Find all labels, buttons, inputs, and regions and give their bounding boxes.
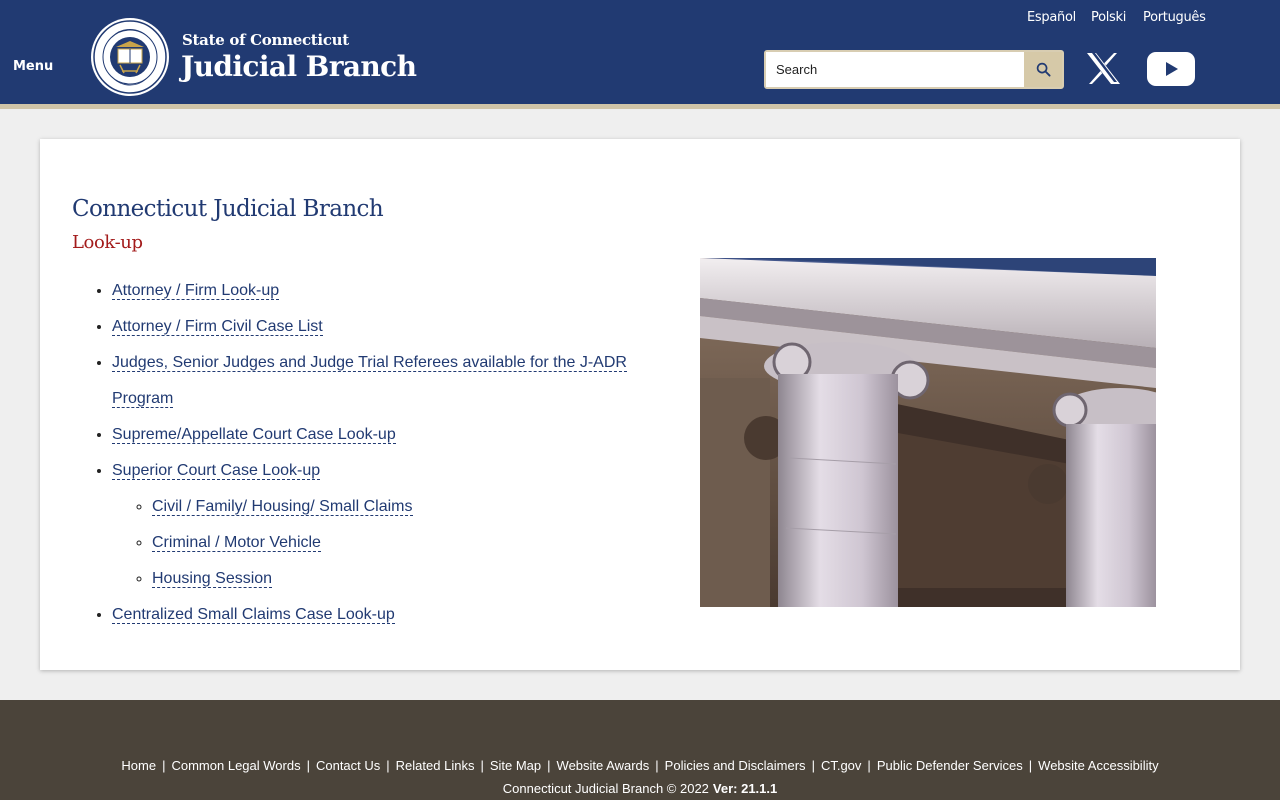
- separator: |: [867, 758, 871, 773]
- brand-title[interactable]: Judicial Branch: [181, 50, 417, 83]
- footer-link-ct-gov[interactable]: CT.gov: [821, 758, 861, 773]
- footer-link-related-links[interactable]: Related Links: [396, 758, 475, 773]
- civil-family-housing-small-claims-link[interactable]: Civil / Family/ Housing/ Small Claims: [152, 498, 413, 516]
- footer-nav: Home | Common Legal Words | Contact Us | Relat…: [0, 758, 1280, 773]
- footer-link-site-map[interactable]: Site Map: [490, 758, 541, 773]
- attorney-firm-civil-case-list-link[interactable]: Attorney / Firm Civil Case List: [112, 318, 323, 336]
- version-label: Ver: 21.1.1: [712, 781, 778, 796]
- footer-link-website-awards[interactable]: Website Awards: [557, 758, 650, 773]
- brand-state-label[interactable]: State of Connecticut: [182, 31, 349, 49]
- superior-court-sublist: Civil / Family/ Housing/ Small Claims Cr…: [152, 489, 672, 597]
- supreme-appellate-case-lookup-link[interactable]: Supreme/Appellate Court Case Look-up: [112, 426, 396, 444]
- x-twitter-icon[interactable]: [1086, 52, 1121, 85]
- judges-jadr-program-link[interactable]: Judges, Senior Judges and Judge Trial Re…: [112, 354, 627, 408]
- separator: |: [480, 758, 484, 773]
- youtube-icon[interactable]: [1147, 52, 1195, 86]
- list-item: Civil / Family/ Housing/ Small Claims: [152, 489, 672, 525]
- footer-link-common-legal-words[interactable]: Common Legal Words: [171, 758, 300, 773]
- header-divider: [0, 104, 1280, 109]
- separator: |: [655, 758, 659, 773]
- search-icon: [1036, 62, 1051, 77]
- footer-link-website-accessibility[interactable]: Website Accessibility: [1038, 758, 1158, 773]
- list-item: Housing Session: [152, 561, 672, 597]
- superior-court-case-lookup-link[interactable]: Superior Court Case Look-up: [112, 462, 321, 480]
- menu-button[interactable]: Menu: [13, 59, 53, 74]
- attorney-firm-lookup-link[interactable]: Attorney / Firm Look-up: [112, 282, 280, 300]
- footer-link-contact-us[interactable]: Contact Us: [316, 758, 380, 773]
- list-item: Superior Court Case Look-up Civil / Fami…: [112, 453, 672, 597]
- content-card: Connecticut Judicial Branch Look-up Atto…: [40, 139, 1240, 670]
- courthouse-columns-photo: [700, 258, 1156, 607]
- list-item: Centralized Small Claims Case Look-up: [112, 597, 672, 633]
- list-item: Attorney / Firm Look-up: [112, 273, 672, 309]
- lookup-links-list: Attorney / Firm Look-up Attorney / Firm …: [112, 273, 672, 633]
- search-button[interactable]: [1024, 52, 1062, 87]
- list-item: Judges, Senior Judges and Judge Trial Re…: [112, 345, 672, 417]
- list-item: Supreme/Appellate Court Case Look-up: [112, 417, 672, 453]
- language-espanol-link[interactable]: Español: [1027, 10, 1076, 25]
- language-polski-link[interactable]: Polski: [1091, 10, 1126, 25]
- separator: |: [162, 758, 166, 773]
- separator: |: [386, 758, 390, 773]
- footer-copyright: Connecticut Judicial Branch © 2022 Ver: 2…: [0, 781, 1280, 796]
- site-footer: Home | Common Legal Words | Contact Us | Relat…: [0, 700, 1280, 800]
- page-subtitle: Look-up: [72, 232, 143, 253]
- footer-link-public-defender[interactable]: Public Defender Services: [877, 758, 1023, 773]
- footer-link-home[interactable]: Home: [121, 758, 156, 773]
- footer-link-policies-disclaimers[interactable]: Policies and Disclaimers: [665, 758, 806, 773]
- separator: |: [306, 758, 310, 773]
- list-item: Criminal / Motor Vehicle: [152, 525, 672, 561]
- search-input[interactable]: [766, 52, 1026, 87]
- housing-session-link[interactable]: Housing Session: [152, 570, 273, 588]
- list-item: Attorney / Firm Civil Case List: [112, 309, 672, 345]
- centralized-small-claims-lookup-link[interactable]: Centralized Small Claims Case Look-up: [112, 606, 395, 624]
- site-header: Menu State of Connecticut Judicial Branc…: [0, 0, 1280, 104]
- copyright-text: Connecticut Judicial Branch © 2022: [502, 781, 709, 796]
- language-portugues-link[interactable]: Português: [1143, 10, 1206, 25]
- state-seal-icon[interactable]: [90, 17, 170, 97]
- separator: |: [811, 758, 815, 773]
- separator: |: [1028, 758, 1033, 773]
- criminal-motor-vehicle-link[interactable]: Criminal / Motor Vehicle: [152, 534, 321, 552]
- page-title: Connecticut Judicial Branch: [72, 196, 384, 222]
- search-box: [764, 50, 1064, 89]
- separator: |: [547, 758, 551, 773]
